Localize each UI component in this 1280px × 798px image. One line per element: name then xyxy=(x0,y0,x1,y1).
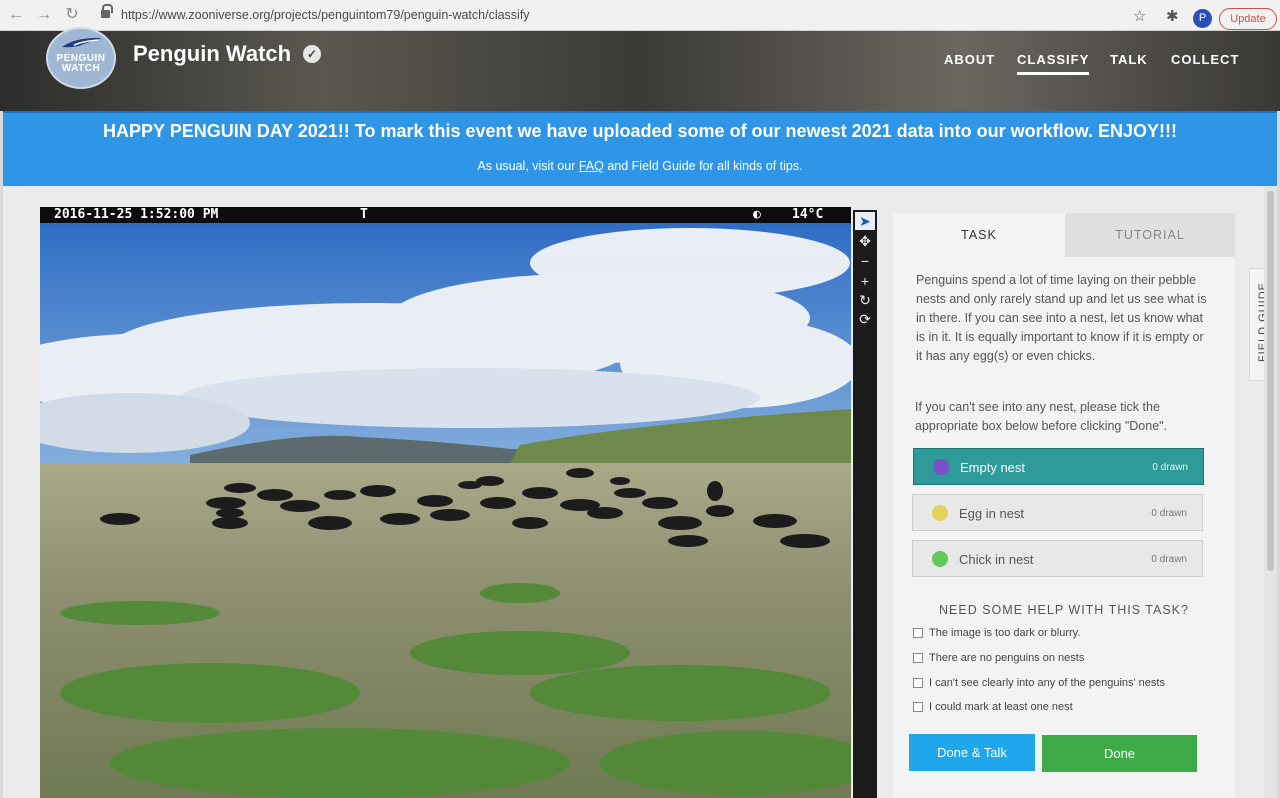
camera-timestamp: 2016-11-25 1:52:00 PM xyxy=(54,207,219,222)
checkbox-label: I can't see clearly into any of the peng… xyxy=(929,677,1165,689)
bookmark-star-icon[interactable]: ☆ xyxy=(1133,7,1146,25)
pointer-icon[interactable]: ➤ xyxy=(855,212,875,230)
project-logo[interactable]: PENGUIN WATCH xyxy=(46,27,116,89)
camera-flag: T xyxy=(360,207,368,222)
checkbox[interactable] xyxy=(913,653,923,663)
penguin-logo-icon xyxy=(62,37,102,48)
image-toolbar: ➤ ✥ − + ↻ ⟳ xyxy=(853,210,877,798)
logo-text: PENGUIN WATCH xyxy=(56,53,106,74)
reset-icon[interactable]: ⟳ xyxy=(855,310,875,328)
address-bar[interactable]: https://www.zooniverse.org/projects/peng… xyxy=(96,4,1206,27)
tab-task[interactable]: TASK xyxy=(893,213,1065,257)
nav-about[interactable]: ABOUT xyxy=(944,52,995,67)
nav-talk[interactable]: TALK xyxy=(1110,52,1148,67)
nav-classify[interactable]: CLASSIFY xyxy=(1017,52,1090,75)
tool-label: Egg in nest xyxy=(959,506,1025,521)
nav-collect[interactable]: COLLECT xyxy=(1171,52,1239,67)
camera-info-bar: 2016-11-25 1:52:00 PM T ◐ 14°C xyxy=(40,207,851,223)
task-instructions-secondary: If you can't see into any nest, please t… xyxy=(915,400,1168,433)
lock-icon xyxy=(101,4,113,19)
project-title[interactable]: Penguin Watch xyxy=(133,41,291,67)
update-button[interactable]: Update xyxy=(1219,8,1277,30)
checkbox[interactable] xyxy=(913,678,923,688)
faq-link[interactable]: FAQ xyxy=(579,159,604,173)
crosshair-marker-icon xyxy=(932,551,948,567)
tool-egg-in-nest[interactable]: Egg in nest 0 drawn xyxy=(912,494,1203,531)
tool-count: 0 drawn xyxy=(1151,508,1187,519)
zoom-in-icon[interactable]: + xyxy=(855,272,875,290)
banner-subtext: As usual, visit our FAQ and Field Guide … xyxy=(477,159,803,173)
task-instructions: Penguins spend a lot of time laying on t… xyxy=(916,273,1207,363)
checkbox[interactable] xyxy=(913,628,923,638)
tool-label: Chick in nest xyxy=(959,552,1034,567)
subject-image[interactable]: 2016-11-25 1:52:00 PM T ◐ 14°C xyxy=(40,207,851,798)
task-panel: TASK TUTORIAL Penguins spend a lot of ti… xyxy=(893,213,1235,798)
done-and-talk-button[interactable]: Done & Talk xyxy=(909,734,1035,771)
tool-label: Empty nest xyxy=(960,460,1026,475)
rotate-icon[interactable]: ↻ xyxy=(855,291,875,309)
camera-temperature: 14°C xyxy=(792,207,824,222)
back-icon[interactable]: ← xyxy=(6,5,26,25)
tool-empty-nest[interactable]: Empty nest 0 drawn xyxy=(913,448,1204,485)
forward-icon[interactable]: → xyxy=(34,5,54,25)
checkbox-label: There are no penguins on nests xyxy=(929,652,1085,664)
crosshair-marker-icon xyxy=(933,459,949,475)
checkbox-label: I could mark at least one nest xyxy=(929,701,1073,713)
project-header: PENGUIN WATCH Penguin Watch ✓ ABOUT CLAS… xyxy=(0,27,1280,111)
reload-icon[interactable]: ↻ xyxy=(62,5,82,25)
tab-tutorial[interactable]: TUTORIAL xyxy=(1065,213,1235,257)
tool-count: 0 drawn xyxy=(1151,554,1187,565)
help-title: NEED SOME HELP WITH THIS TASK? xyxy=(939,603,1189,617)
profile-avatar[interactable]: P xyxy=(1193,9,1212,28)
checkbox-label: The image is too dark or blurry. xyxy=(929,627,1081,639)
tool-count: 0 drawn xyxy=(1152,462,1188,473)
browser-toolbar: ← → ↻ https://www.zooniverse.org/project… xyxy=(0,0,1280,31)
scrollbar-thumb[interactable] xyxy=(1267,191,1274,571)
extensions-icon[interactable]: ✱ xyxy=(1166,7,1179,25)
scrollbar[interactable] xyxy=(1264,186,1277,798)
move-icon[interactable]: ✥ xyxy=(855,232,875,250)
checkbox[interactable] xyxy=(913,702,923,712)
penguin-colony-photo xyxy=(40,223,851,798)
moon-phase-icon: ◐ xyxy=(753,207,761,222)
done-button[interactable]: Done xyxy=(1042,735,1197,772)
tool-chick-in-nest[interactable]: Chick in nest 0 drawn xyxy=(912,540,1203,577)
banner-message: HAPPY PENGUIN DAY 2021!! To mark this ev… xyxy=(103,121,1177,141)
zoom-out-icon[interactable]: − xyxy=(855,252,875,270)
crosshair-marker-icon xyxy=(932,505,948,521)
verified-badge-icon: ✓ xyxy=(303,45,321,63)
url-text: https://www.zooniverse.org/projects/peng… xyxy=(121,8,530,22)
announcement-banner: HAPPY PENGUIN DAY 2021!! To mark this ev… xyxy=(3,111,1277,186)
